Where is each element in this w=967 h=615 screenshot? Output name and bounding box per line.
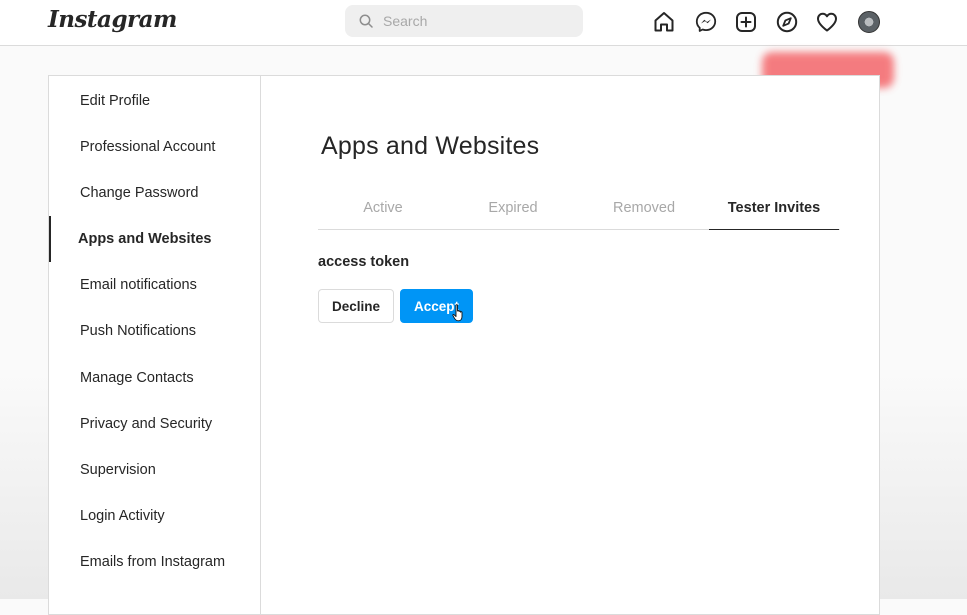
sidebar-item-email-notifications[interactable]: Email notifications	[49, 262, 260, 308]
invite-app-name: access token	[318, 254, 410, 270]
settings-sidebar: Edit Profile Professional Account Change…	[49, 76, 261, 614]
explore-icon[interactable]	[775, 10, 799, 34]
sidebar-item-professional-account[interactable]: Professional Account	[49, 124, 260, 170]
sidebar-item-login-activity[interactable]: Login Activity	[49, 493, 260, 539]
new-post-icon[interactable]	[734, 10, 758, 34]
page-title: Apps and Websites	[321, 132, 540, 160]
search-icon	[359, 14, 373, 28]
sidebar-item-edit-profile[interactable]: Edit Profile	[49, 78, 260, 124]
search-input[interactable]	[383, 5, 573, 37]
instagram-logo[interactable]: Instagram	[48, 6, 177, 33]
activity-heart-icon[interactable]	[815, 10, 839, 34]
search-box[interactable]	[345, 5, 583, 37]
sidebar-item-change-password[interactable]: Change Password	[49, 170, 260, 216]
profile-avatar[interactable]	[858, 11, 880, 33]
settings-main-panel: Apps and Websites Active Expired Removed…	[261, 76, 879, 614]
sidebar-item-emails-from-instagram[interactable]: Emails from Instagram	[49, 539, 260, 585]
tab-removed[interactable]: Removed	[579, 186, 709, 230]
messenger-icon[interactable]	[694, 10, 718, 34]
sidebar-item-privacy-and-security[interactable]: Privacy and Security	[49, 401, 260, 447]
decline-button[interactable]: Decline	[318, 289, 394, 323]
settings-card: Edit Profile Professional Account Change…	[48, 75, 880, 615]
tab-active[interactable]: Active	[318, 186, 448, 230]
sidebar-item-push-notifications[interactable]: Push Notifications	[49, 308, 260, 354]
sidebar-item-manage-contacts[interactable]: Manage Contacts	[49, 355, 260, 401]
tab-bar: Active Expired Removed Tester Invites	[318, 186, 840, 230]
sidebar-item-apps-and-websites[interactable]: Apps and Websites	[49, 216, 260, 262]
home-icon[interactable]	[652, 10, 676, 34]
hand-cursor-icon	[452, 304, 463, 322]
tab-tester-invites[interactable]: Tester Invites	[709, 186, 839, 230]
tab-expired[interactable]: Expired	[448, 186, 578, 230]
top-navigation-bar: Instagram	[0, 0, 967, 46]
sidebar-item-supervision[interactable]: Supervision	[49, 447, 260, 493]
